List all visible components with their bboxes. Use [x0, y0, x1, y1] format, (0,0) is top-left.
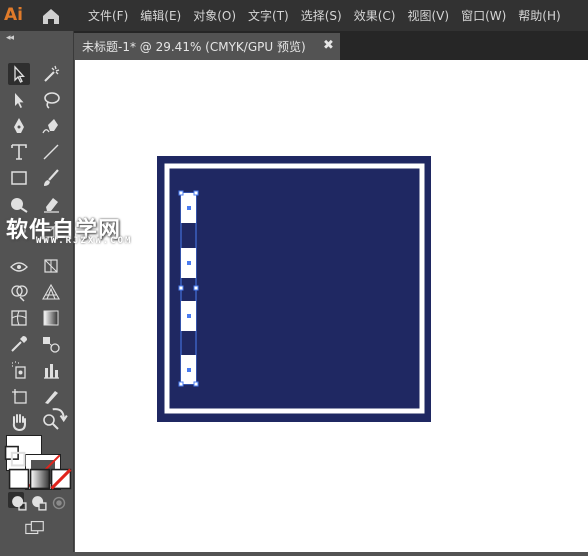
document-tab[interactable]: 未标题-1* @ 29.41% (CMYK/GPU 预览) ✖ [74, 33, 340, 60]
rectangle-tool-icon[interactable] [8, 167, 30, 189]
selection-handle[interactable] [193, 285, 199, 291]
artboard-tool-icon[interactable] [8, 385, 30, 407]
line-segment-icon[interactable] [40, 141, 62, 163]
free-transform-icon[interactable] [40, 255, 62, 277]
type-tool-icon[interactable] [8, 141, 30, 163]
menu-view[interactable]: 视图(V) [407, 7, 449, 24]
swap-colors-icon[interactable] [48, 403, 68, 423]
anchor-point [187, 206, 191, 210]
app-logo: Ai [4, 5, 23, 25]
color-mode-icon[interactable] [8, 468, 30, 490]
screen-mode-icon[interactable] [24, 517, 48, 535]
perspective-grid-icon[interactable] [40, 281, 62, 303]
selection-handle[interactable] [178, 381, 184, 387]
menu-object[interactable]: 对象(O) [193, 7, 236, 24]
default-colors-icon[interactable] [4, 445, 26, 467]
draw-normal-icon[interactable] [8, 492, 27, 511]
blend-tool-icon[interactable] [40, 333, 62, 355]
curvature-tool-icon[interactable] [40, 115, 62, 137]
mesh-tool-icon[interactable] [8, 307, 30, 329]
watermark: 软件自学网 WWW.RJZXW.COM [6, 212, 151, 252]
menu-file[interactable]: 文件(F) [88, 7, 128, 24]
selection-handle[interactable] [193, 381, 199, 387]
canvas-area[interactable] [75, 60, 588, 552]
artwork [157, 156, 431, 422]
direct-selection-icon[interactable] [8, 89, 30, 111]
magic-wand-icon[interactable] [40, 63, 62, 85]
symbol-sprayer-icon[interactable] [8, 359, 30, 381]
tools-panel: ◂◂ [0, 31, 74, 552]
main-menu: 文件(F) 编辑(E) 对象(O) 文字(T) 选择(S) 效果(C) 视图(V… [88, 0, 573, 31]
anchor-point [187, 261, 191, 265]
menu-help[interactable]: 帮助(H) [518, 7, 560, 24]
eyedropper-icon[interactable] [8, 333, 30, 355]
draw-behind-icon[interactable] [28, 492, 47, 511]
pen-tool-icon[interactable] [8, 115, 30, 137]
menu-type[interactable]: 文字(T) [248, 7, 289, 24]
selection-handle[interactable] [178, 190, 184, 196]
collapse-panel-icon[interactable]: ◂◂ [6, 33, 14, 43]
draw-inside-icon[interactable] [48, 492, 66, 510]
menu-edit[interactable]: 编辑(E) [140, 7, 181, 24]
gradient-mode-icon[interactable] [29, 468, 51, 490]
close-icon[interactable]: ✖ [323, 38, 334, 53]
menu-select[interactable]: 选择(S) [301, 7, 342, 24]
menu-bar: Ai 文件(F) 编辑(E) 对象(O) 文字(T) 选择(S) 效果(C) 视… [0, 0, 588, 31]
document-tab-title: 未标题-1* @ 29.41% (CMYK/GPU 预览) [82, 40, 306, 54]
gradient-tool-icon[interactable] [40, 307, 62, 329]
document-tab-bar: 未标题-1* @ 29.41% (CMYK/GPU 预览) ✖ [74, 31, 588, 60]
menu-window[interactable]: 窗口(W) [461, 7, 506, 24]
shape-builder-icon[interactable] [8, 281, 30, 303]
column-graph-icon[interactable] [40, 359, 62, 381]
selection-tool-icon[interactable] [8, 63, 30, 85]
anchor-point [187, 314, 191, 318]
anchor-point [187, 368, 191, 372]
home-icon[interactable] [40, 6, 62, 26]
watermark-url: WWW.RJZXW.COM [36, 236, 133, 246]
paintbrush-icon[interactable] [40, 167, 62, 189]
lasso-icon[interactable] [40, 89, 62, 111]
menu-effect[interactable]: 效果(C) [354, 7, 396, 24]
selection-handle[interactable] [178, 285, 184, 291]
none-mode-icon[interactable] [50, 468, 72, 490]
selection-handle[interactable] [193, 190, 199, 196]
width-tool-icon[interactable] [8, 255, 30, 277]
hand-tool-icon[interactable] [8, 411, 30, 433]
